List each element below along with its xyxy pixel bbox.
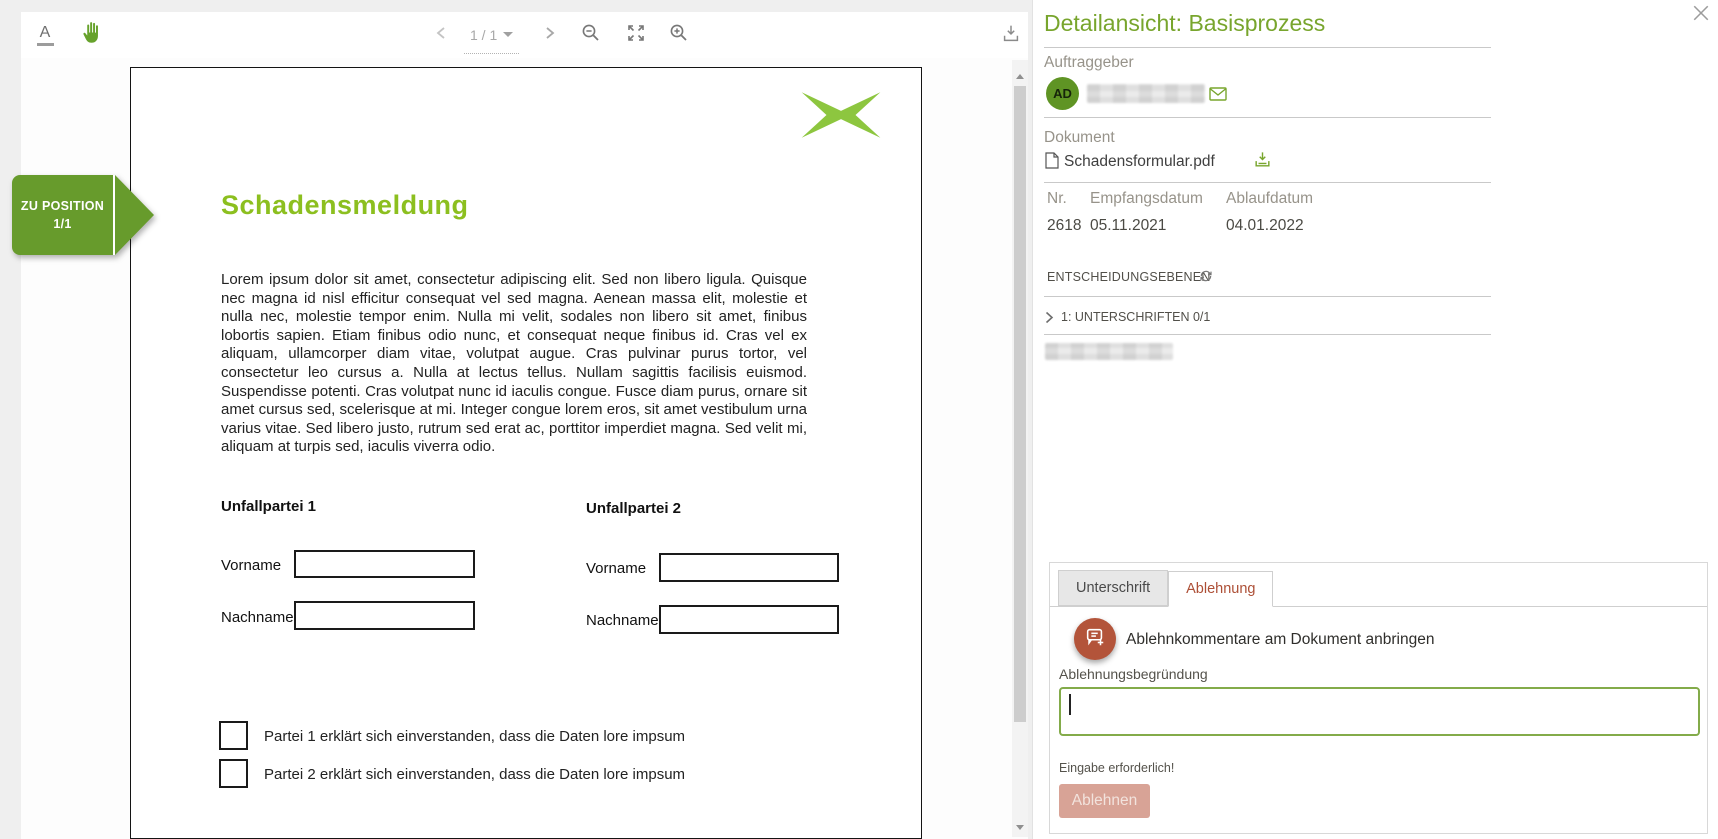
reject-button[interactable]: Ablehnen	[1059, 784, 1150, 818]
chevron-left-icon	[435, 26, 447, 45]
viewer-toolbar: A 1 / 1	[21, 12, 1028, 58]
party2-vorname-label: Vorname	[586, 560, 646, 577]
divider	[1044, 47, 1491, 48]
meta-header-empfangsdatum: Empfangsdatum	[1090, 190, 1203, 208]
position-flag-arrow	[115, 175, 154, 255]
party2-vorname-field[interactable]	[659, 553, 839, 582]
file-download-icon[interactable]	[1253, 150, 1272, 169]
tab-bar: Unterschrift Ablehnung	[1050, 570, 1707, 607]
detail-panel: Detailansicht: Basisprozess Auftraggeber…	[1032, 0, 1718, 839]
chevron-down-icon	[503, 32, 513, 37]
text-cursor	[1069, 694, 1071, 715]
download-icon	[1000, 22, 1022, 49]
triangle-down-icon	[1016, 825, 1024, 830]
party1-vorname-label: Vorname	[221, 557, 281, 574]
fit-to-screen-button[interactable]	[617, 12, 655, 58]
meta-value-nr: 2618	[1047, 217, 1081, 235]
scrollbar-thumb[interactable]	[1014, 86, 1026, 722]
text-select-tool-button[interactable]: A	[28, 12, 62, 58]
party2-consent-checkbox[interactable]	[219, 759, 248, 788]
rejection-reason-label: Ablehnungsbegründung	[1059, 666, 1208, 682]
zoom-in-button[interactable]	[661, 12, 697, 58]
meta-header-ablaufdatum: Ablaufdatum	[1226, 190, 1313, 208]
mail-icon[interactable]	[1209, 87, 1227, 101]
party2-nachname-label: Nachname	[586, 612, 659, 629]
pan-tool-button[interactable]	[73, 12, 111, 58]
viewer-scrollbar[interactable]	[1012, 60, 1028, 837]
position-flag-line1: ZU POSITION	[21, 199, 104, 213]
divider	[1044, 182, 1491, 183]
party1-vorname-field[interactable]	[294, 550, 475, 578]
close-icon[interactable]	[1692, 4, 1712, 24]
go-to-position-flag[interactable]: ZU POSITION 1/1	[12, 175, 154, 255]
meta-value-ablaufdatum: 04.01.2022	[1226, 217, 1304, 235]
font-a-icon: A	[40, 25, 51, 41]
document-section-label: Dokument	[1044, 129, 1115, 147]
hand-icon	[79, 20, 105, 51]
party2-heading: Unfallpartei 2	[586, 500, 681, 517]
zoom-out-button[interactable]	[573, 12, 609, 58]
panel-title: Detailansicht: Basisprozess	[1044, 10, 1325, 37]
redacted-originator-name	[1087, 84, 1205, 103]
decision-action-box: Unterschrift Ablehnung Ablehnkommentare …	[1049, 562, 1708, 834]
document-title: Schadensmeldung	[221, 190, 469, 221]
add-reject-comment-button[interactable]	[1074, 618, 1116, 660]
party1-consent-label: Partei 1 erklärt sich einverstanden, das…	[264, 728, 685, 745]
pdf-viewer: A 1 / 1	[0, 0, 1032, 839]
scroll-up-arrow[interactable]	[1012, 68, 1028, 84]
party1-nachname-label: Nachname	[221, 609, 294, 626]
divider	[1044, 296, 1491, 297]
position-flag-box: ZU POSITION 1/1	[12, 175, 113, 255]
party1-consent-checkbox[interactable]	[219, 721, 248, 750]
document-body-text: Lorem ipsum dolor sit amet, consectetur …	[221, 271, 807, 457]
redacted-signer-name	[1045, 343, 1173, 360]
page-indicator[interactable]: 1 / 1	[464, 20, 519, 54]
application-window: A 1 / 1	[0, 0, 1718, 839]
company-logo	[799, 86, 883, 144]
viewer-canvas: Schadensmeldung Lorem ipsum dolor sit am…	[21, 58, 1028, 839]
page-display: 1 / 1	[470, 27, 497, 43]
decision-level-row[interactable]: 1: UNTERSCHRIFTEN 0/1	[1045, 310, 1210, 324]
chevron-right-icon	[544, 26, 556, 45]
triangle-up-icon	[1016, 74, 1024, 79]
party1-nachname-field[interactable]	[294, 601, 475, 630]
reject-comment-hint: Ablehnkommentare am Dokument anbringen	[1126, 631, 1434, 649]
avatar: AD	[1046, 77, 1079, 110]
meta-header-nr: Nr.	[1047, 190, 1067, 208]
divider	[1044, 334, 1491, 335]
download-document-button[interactable]	[993, 12, 1029, 58]
zoom-out-icon	[581, 23, 601, 48]
pdf-page: Schadensmeldung Lorem ipsum dolor sit am…	[130, 67, 922, 839]
position-flag-line2: 1/1	[53, 217, 71, 231]
party1-heading: Unfallpartei 1	[221, 498, 316, 515]
originator-label: Auftraggeber	[1044, 54, 1134, 72]
decision-levels-label: ENTSCHEIDUNGSEBENEN	[1047, 270, 1211, 284]
font-a-underline	[37, 43, 54, 46]
next-page-button[interactable]	[533, 12, 567, 58]
divider	[1044, 117, 1491, 118]
zoom-in-icon	[669, 23, 689, 48]
file-name[interactable]: Schadensformular.pdf	[1064, 153, 1215, 171]
rejection-reason-textarea[interactable]	[1059, 687, 1700, 736]
party2-nachname-field[interactable]	[659, 605, 839, 634]
validation-message: Eingabe erforderlich!	[1059, 761, 1174, 775]
scroll-down-arrow[interactable]	[1012, 819, 1028, 835]
refresh-icon[interactable]	[1198, 268, 1214, 284]
tab-unterschrift[interactable]: Unterschrift	[1058, 570, 1168, 606]
fullscreen-expand-icon	[626, 23, 646, 48]
previous-page-button[interactable]	[424, 12, 458, 58]
tab-ablehnung[interactable]: Ablehnung	[1168, 571, 1273, 607]
comment-plus-icon	[1084, 626, 1106, 653]
party2-consent-label: Partei 2 erklärt sich einverstanden, das…	[264, 766, 685, 783]
chevron-right-icon	[1045, 311, 1054, 324]
decision-level-label: 1: UNTERSCHRIFTEN 0/1	[1061, 310, 1210, 324]
pdf-file-icon	[1045, 152, 1059, 169]
meta-value-empfangsdatum: 05.11.2021	[1090, 217, 1166, 235]
